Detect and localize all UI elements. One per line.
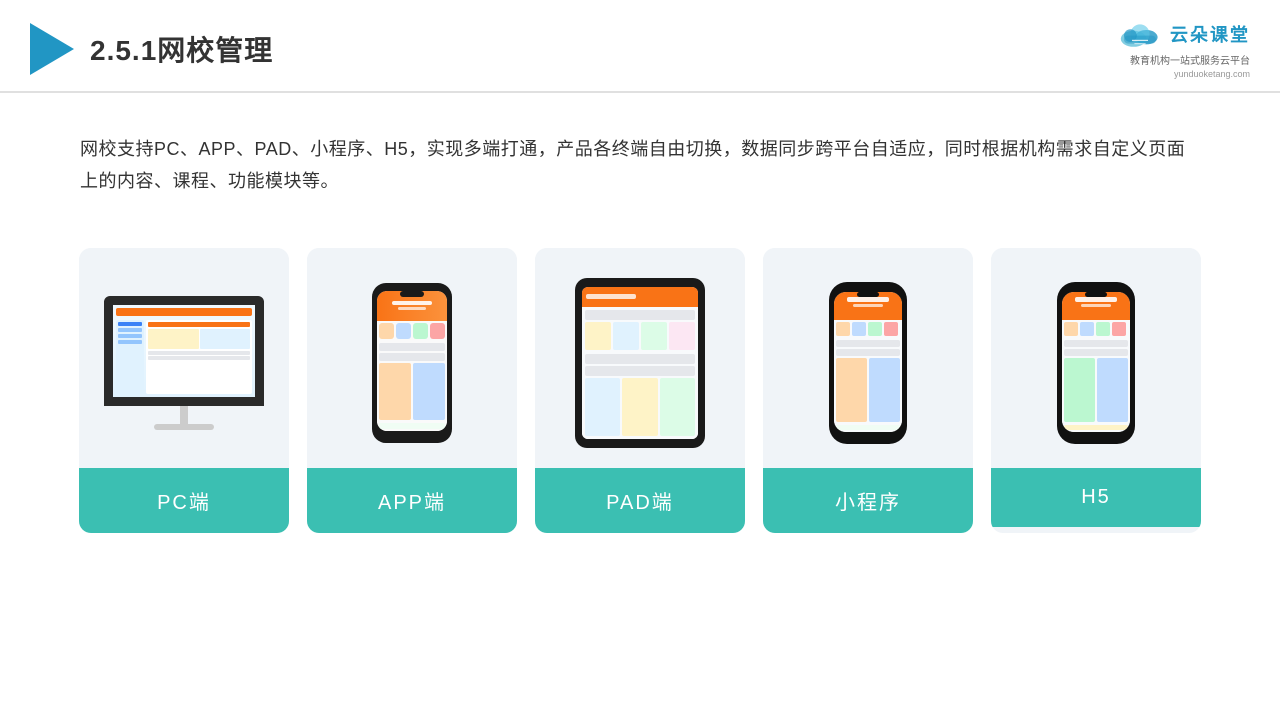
brand-tagline-text: 教育机构一站式服务云平台: [1130, 52, 1250, 67]
header-right: 云朵课堂 教育机构一站式服务云平台 yunduoketang.com: [1116, 18, 1250, 79]
card-pad-image: [535, 248, 745, 468]
brand-name-text: 云朵课堂: [1170, 21, 1250, 47]
cloud-icon: [1116, 18, 1164, 50]
card-h5: H5: [991, 248, 1201, 533]
card-pad: PAD端: [535, 248, 745, 533]
header: 2.5.1网校管理 云朵课堂 教育机构一站式服务云平台 yunduoketang…: [0, 0, 1280, 93]
card-miniapp: 小程序: [763, 248, 973, 533]
card-app-image: [307, 248, 517, 468]
card-h5-image: [991, 248, 1201, 468]
phone-mockup-icon: [372, 283, 452, 443]
tablet-mockup-icon: [575, 278, 705, 448]
brand-logo: 云朵课堂 教育机构一站式服务云平台 yunduoketang.com: [1116, 18, 1250, 79]
cards-container: PC端: [0, 218, 1280, 563]
smartphone-h5-icon: [1057, 282, 1135, 444]
description-text: 网校支持PC、APP、PAD、小程序、H5，实现多端打通，产品各终端自由切换，数…: [0, 93, 1280, 218]
header-left: 2.5.1网校管理: [30, 23, 273, 75]
card-pc-label: PC端: [79, 468, 289, 533]
card-miniapp-image: [763, 248, 973, 468]
card-pc-image: [79, 248, 289, 468]
page-title: 2.5.1网校管理: [90, 29, 273, 69]
card-miniapp-label: 小程序: [763, 468, 973, 533]
brand-logo-icon: 云朵课堂: [1116, 18, 1250, 50]
brand-url-text: yunduoketang.com: [1174, 69, 1250, 79]
card-pc: PC端: [79, 248, 289, 533]
smartphone-miniapp-icon: [829, 282, 907, 444]
card-pad-label: PAD端: [535, 468, 745, 533]
card-h5-label: H5: [991, 468, 1201, 527]
card-app: APP端: [307, 248, 517, 533]
logo-triangle-icon: [30, 23, 74, 75]
pc-monitor-icon: [104, 296, 264, 430]
card-app-label: APP端: [307, 468, 517, 533]
